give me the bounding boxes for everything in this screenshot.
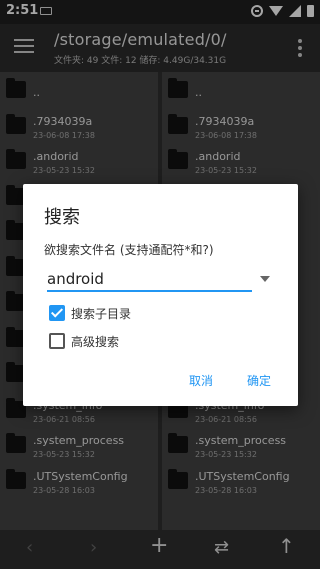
search-subdirs-label: 搜索子目录 — [71, 306, 132, 321]
search-filename-input[interactable] — [47, 268, 252, 292]
advanced-search-checkbox[interactable] — [49, 333, 65, 349]
dialog-prompt: 欲搜索文件名 (支持通配符*和?) — [44, 243, 214, 257]
search-dialog: 搜索 欲搜索文件名 (支持通配符*和?) 搜索子目录 高级搜索 取消 确定 — [23, 184, 298, 406]
history-dropdown-icon[interactable] — [260, 276, 270, 282]
ok-button[interactable]: 确定 — [247, 372, 271, 389]
search-subdirs-checkbox-row[interactable]: 搜索子目录 — [49, 303, 131, 323]
dialog-title: 搜索 — [44, 207, 80, 228]
advanced-search-checkbox-row[interactable]: 高级搜索 — [49, 331, 119, 351]
search-subdirs-checkbox[interactable] — [49, 305, 65, 321]
cancel-button[interactable]: 取消 — [189, 372, 213, 389]
advanced-search-label: 高级搜索 — [71, 334, 120, 349]
